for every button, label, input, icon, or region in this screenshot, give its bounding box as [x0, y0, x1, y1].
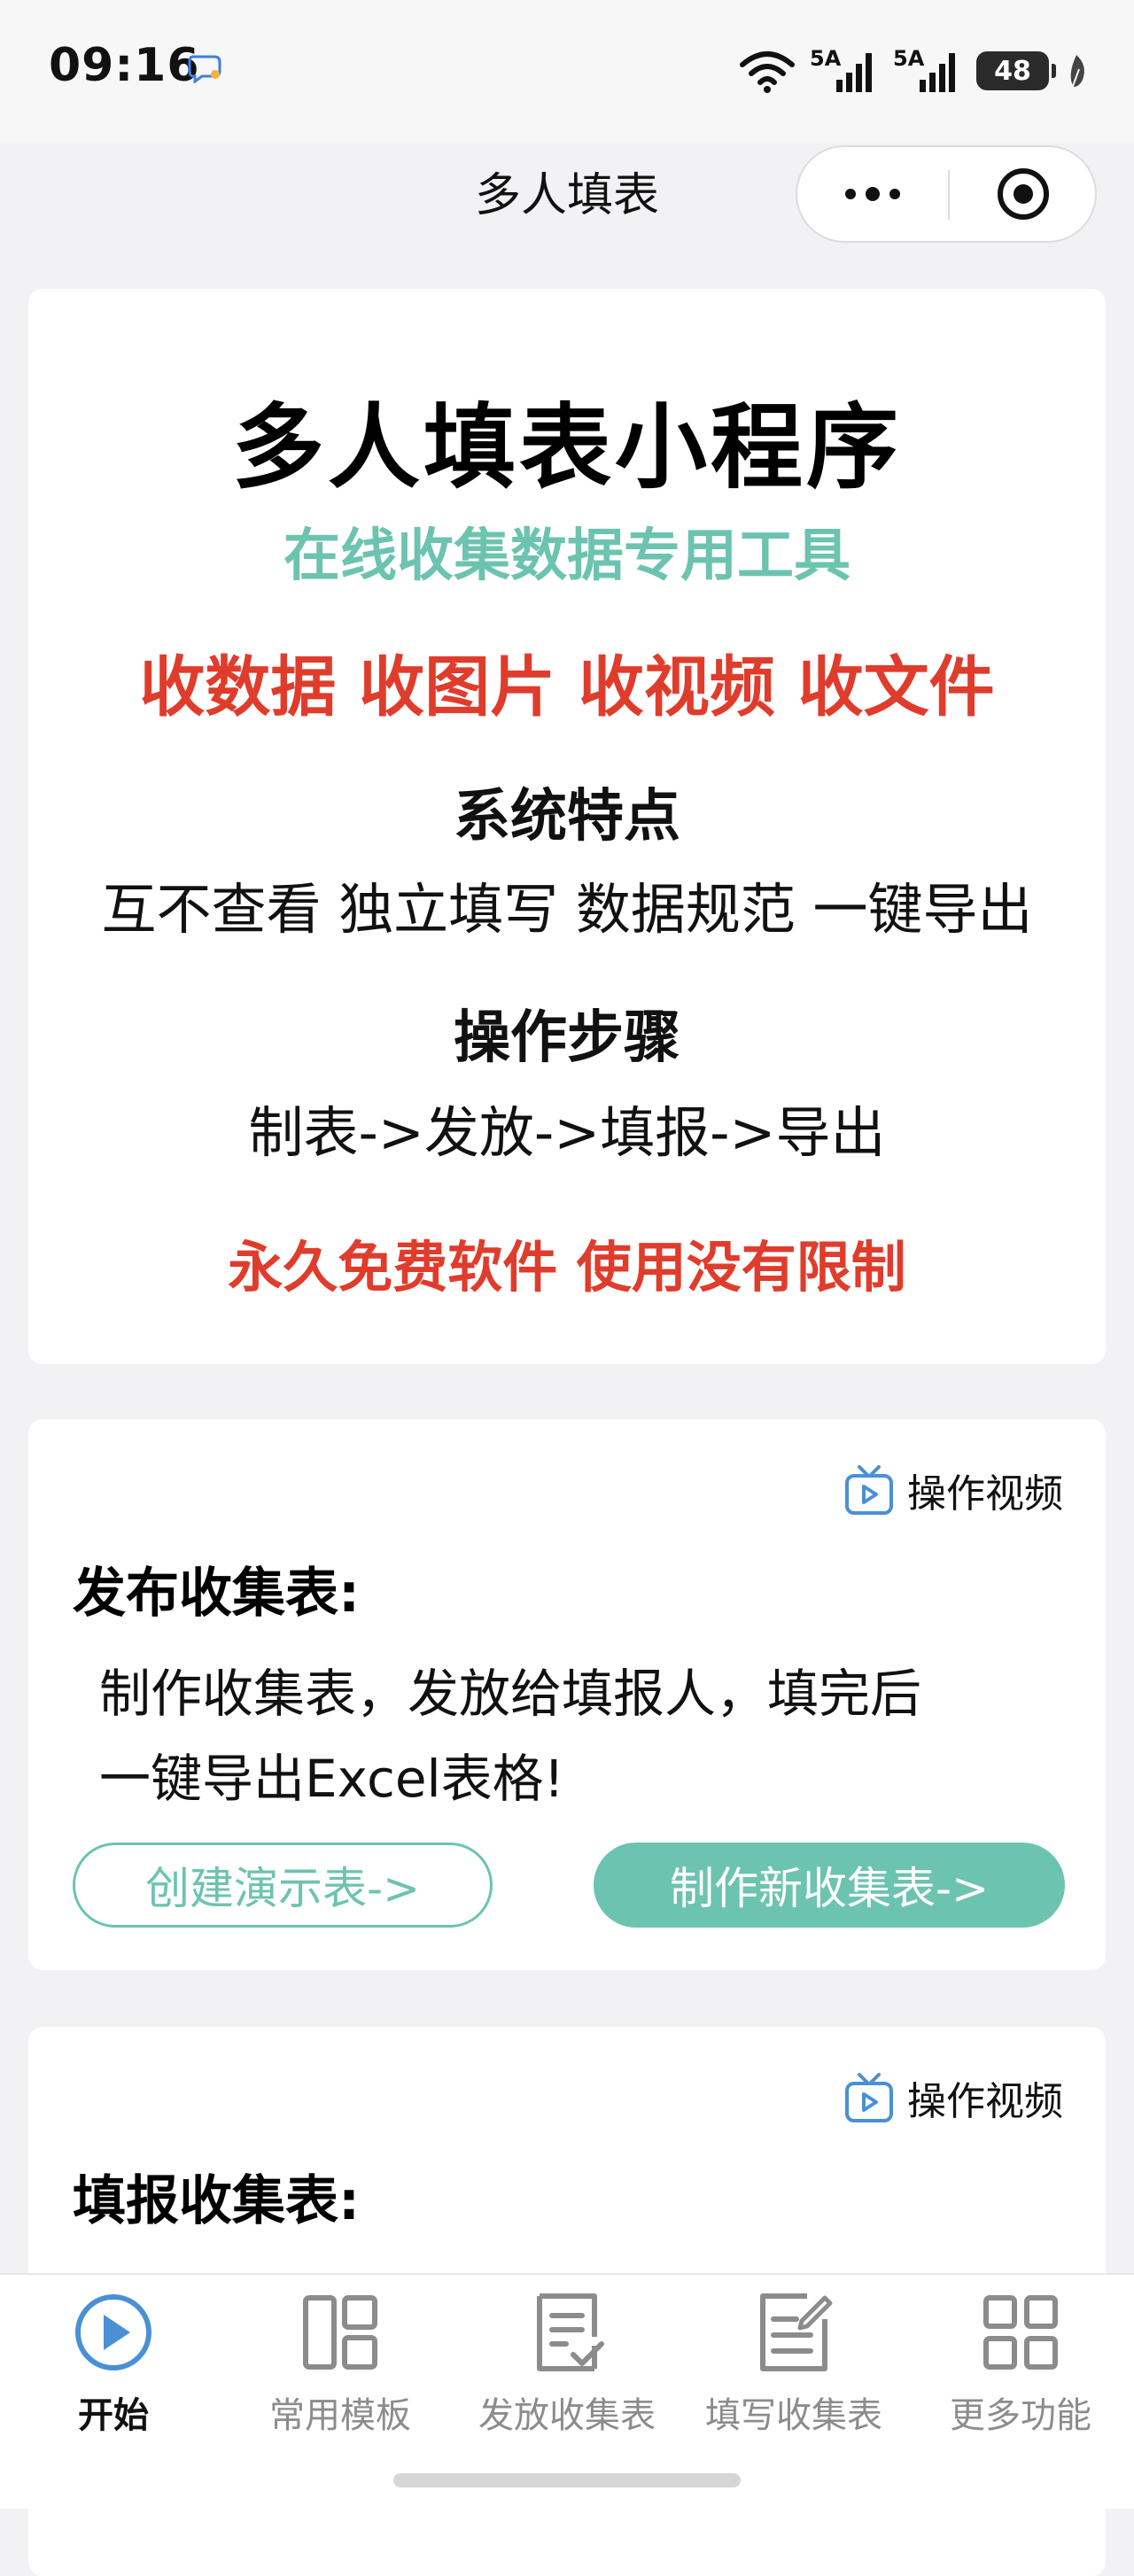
tab-fill[interactable]: 填写收集表	[680, 2275, 907, 2452]
publish-video-link[interactable]: 操作视频	[843, 1462, 1063, 1518]
tv-play-icon	[845, 2073, 893, 2122]
document-check-icon	[537, 2293, 604, 2371]
template-grid-icon	[303, 2295, 377, 2370]
signal-indicator-1: 5A	[810, 46, 879, 96]
more-dots-icon	[845, 187, 900, 201]
tab-label-distribute: 发放收集表	[478, 2395, 656, 2436]
tab-start[interactable]: 开始	[0, 2275, 227, 2452]
leaf-icon	[1070, 55, 1084, 89]
document-edit-icon	[760, 2293, 833, 2371]
signal-icon	[920, 53, 955, 92]
tab-label-start: 开始	[78, 2395, 149, 2436]
publish-description: 制作收集表，发放给填报人，填完后 一键导出Excel表格!	[99, 1651, 1056, 1821]
home-indicator[interactable]	[393, 2473, 741, 2487]
tab-label-fill: 填写收集表	[705, 2395, 882, 2436]
battery-level: 48	[994, 55, 1031, 87]
publish-video-label: 操作视频	[907, 1471, 1063, 1517]
steps-text: 制表->发放->填报->导出	[248, 1100, 886, 1165]
status-time: 09:16	[49, 39, 200, 92]
close-target-icon	[998, 168, 1049, 220]
play-circle-icon	[75, 2294, 151, 2370]
intro-collect-types: 收数据 收图片 收视频 收文件	[139, 649, 995, 725]
publish-heading: 发布收集表:	[73, 1563, 360, 1625]
intro-title: 多人填表小程序	[231, 393, 902, 501]
more-button[interactable]	[797, 147, 948, 241]
intro-card: 多人填表小程序 在线收集数据专用工具 收数据 收图片 收视频 收文件 系统特点 …	[28, 289, 1106, 1364]
mini-program-capsule	[796, 145, 1097, 243]
fill-video-link[interactable]: 操作视频	[843, 2069, 1063, 2126]
tab-templates[interactable]: 常用模板	[227, 2275, 454, 2452]
publish-desc-line-2: 一键导出Excel表格!	[99, 1749, 564, 1809]
status-bar: 09:16 5A 5A 48	[0, 0, 1134, 142]
publish-card: 操作视频 发布收集表: 制作收集表，发放给填报人，填完后 一键导出Excel表格…	[28, 1419, 1106, 1970]
four-squares-icon	[983, 2295, 1058, 2370]
create-new-form-button[interactable]: 制作新收集表->	[594, 1843, 1065, 1928]
battery-icon: 48	[976, 51, 1056, 90]
fill-video-label: 操作视频	[907, 2079, 1063, 2124]
features-text: 互不查看 独立填写 数据规范 一键导出	[101, 877, 1033, 942]
signal-icon	[836, 53, 872, 92]
free-notice: 永久免费软件 使用没有限制	[228, 1235, 906, 1300]
status-icons: 5A 5A 48	[739, 44, 1090, 97]
tab-distribute[interactable]: 发放收集表	[454, 2275, 680, 2452]
tab-more[interactable]: 更多功能	[907, 2275, 1134, 2452]
message-bubble-icon	[188, 55, 221, 83]
fill-heading: 填报收集表:	[73, 2170, 360, 2232]
signal-indicator-2: 5A	[893, 46, 962, 96]
features-heading: 系统特点	[454, 784, 680, 850]
publish-desc-line-1: 制作收集表，发放给填报人，填完后	[99, 1664, 922, 1724]
intro-subtitle: 在线收集数据专用工具	[284, 524, 850, 589]
wifi-icon	[740, 51, 795, 93]
tab-label-templates: 常用模板	[269, 2395, 411, 2436]
tab-label-more: 更多功能	[950, 2395, 1091, 2436]
create-demo-button[interactable]: 创建演示表->	[73, 1843, 493, 1928]
tv-play-icon	[845, 1465, 893, 1515]
steps-heading: 操作步骤	[454, 1005, 680, 1071]
close-button[interactable]	[950, 147, 1097, 241]
